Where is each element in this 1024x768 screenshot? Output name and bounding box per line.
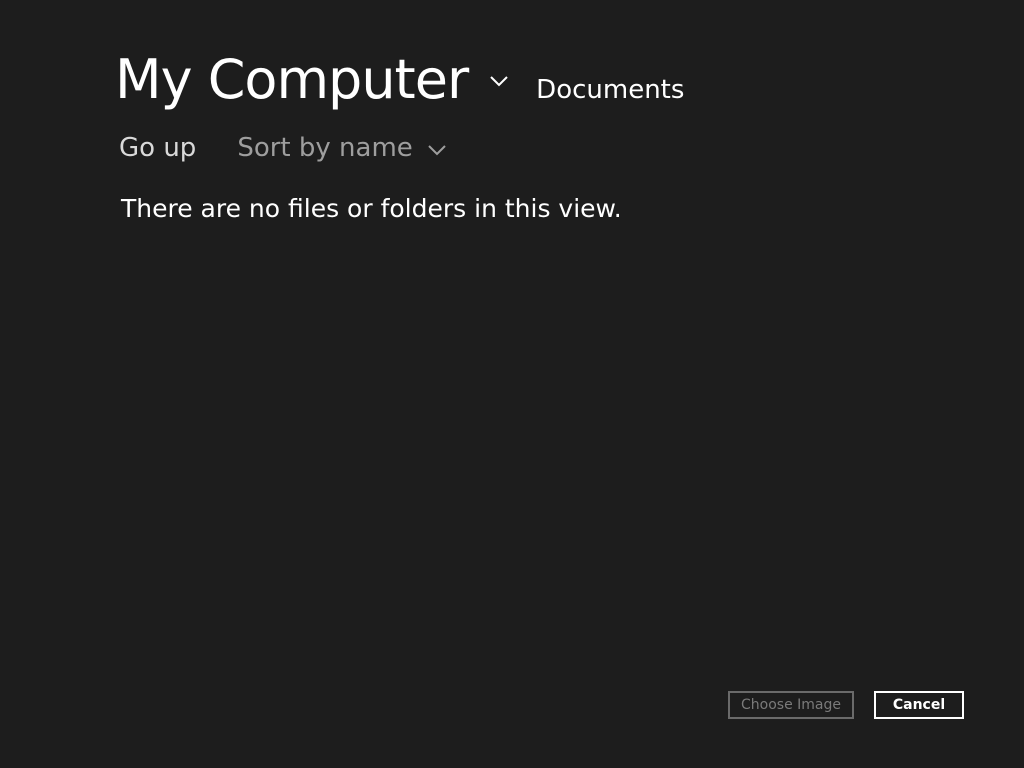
empty-view-message: There are no files or folders in this vi…: [121, 194, 622, 223]
chevron-down-icon[interactable]: [488, 70, 510, 92]
go-up-button[interactable]: Go up: [119, 133, 196, 163]
location-title[interactable]: My Computer: [115, 48, 469, 111]
current-folder-label[interactable]: Documents: [536, 75, 684, 105]
cancel-button[interactable]: Cancel: [874, 691, 964, 719]
sort-label: Sort by name: [237, 133, 413, 163]
toolbar: Go up Sort by name: [119, 133, 447, 163]
file-picker: My Computer Documents Go up Sort by name…: [0, 0, 1024, 768]
sort-dropdown[interactable]: Sort by name: [237, 133, 446, 163]
location-header: My Computer Documents: [115, 48, 684, 111]
choose-image-button[interactable]: Choose Image: [728, 691, 854, 719]
chevron-down-icon: [427, 140, 447, 160]
